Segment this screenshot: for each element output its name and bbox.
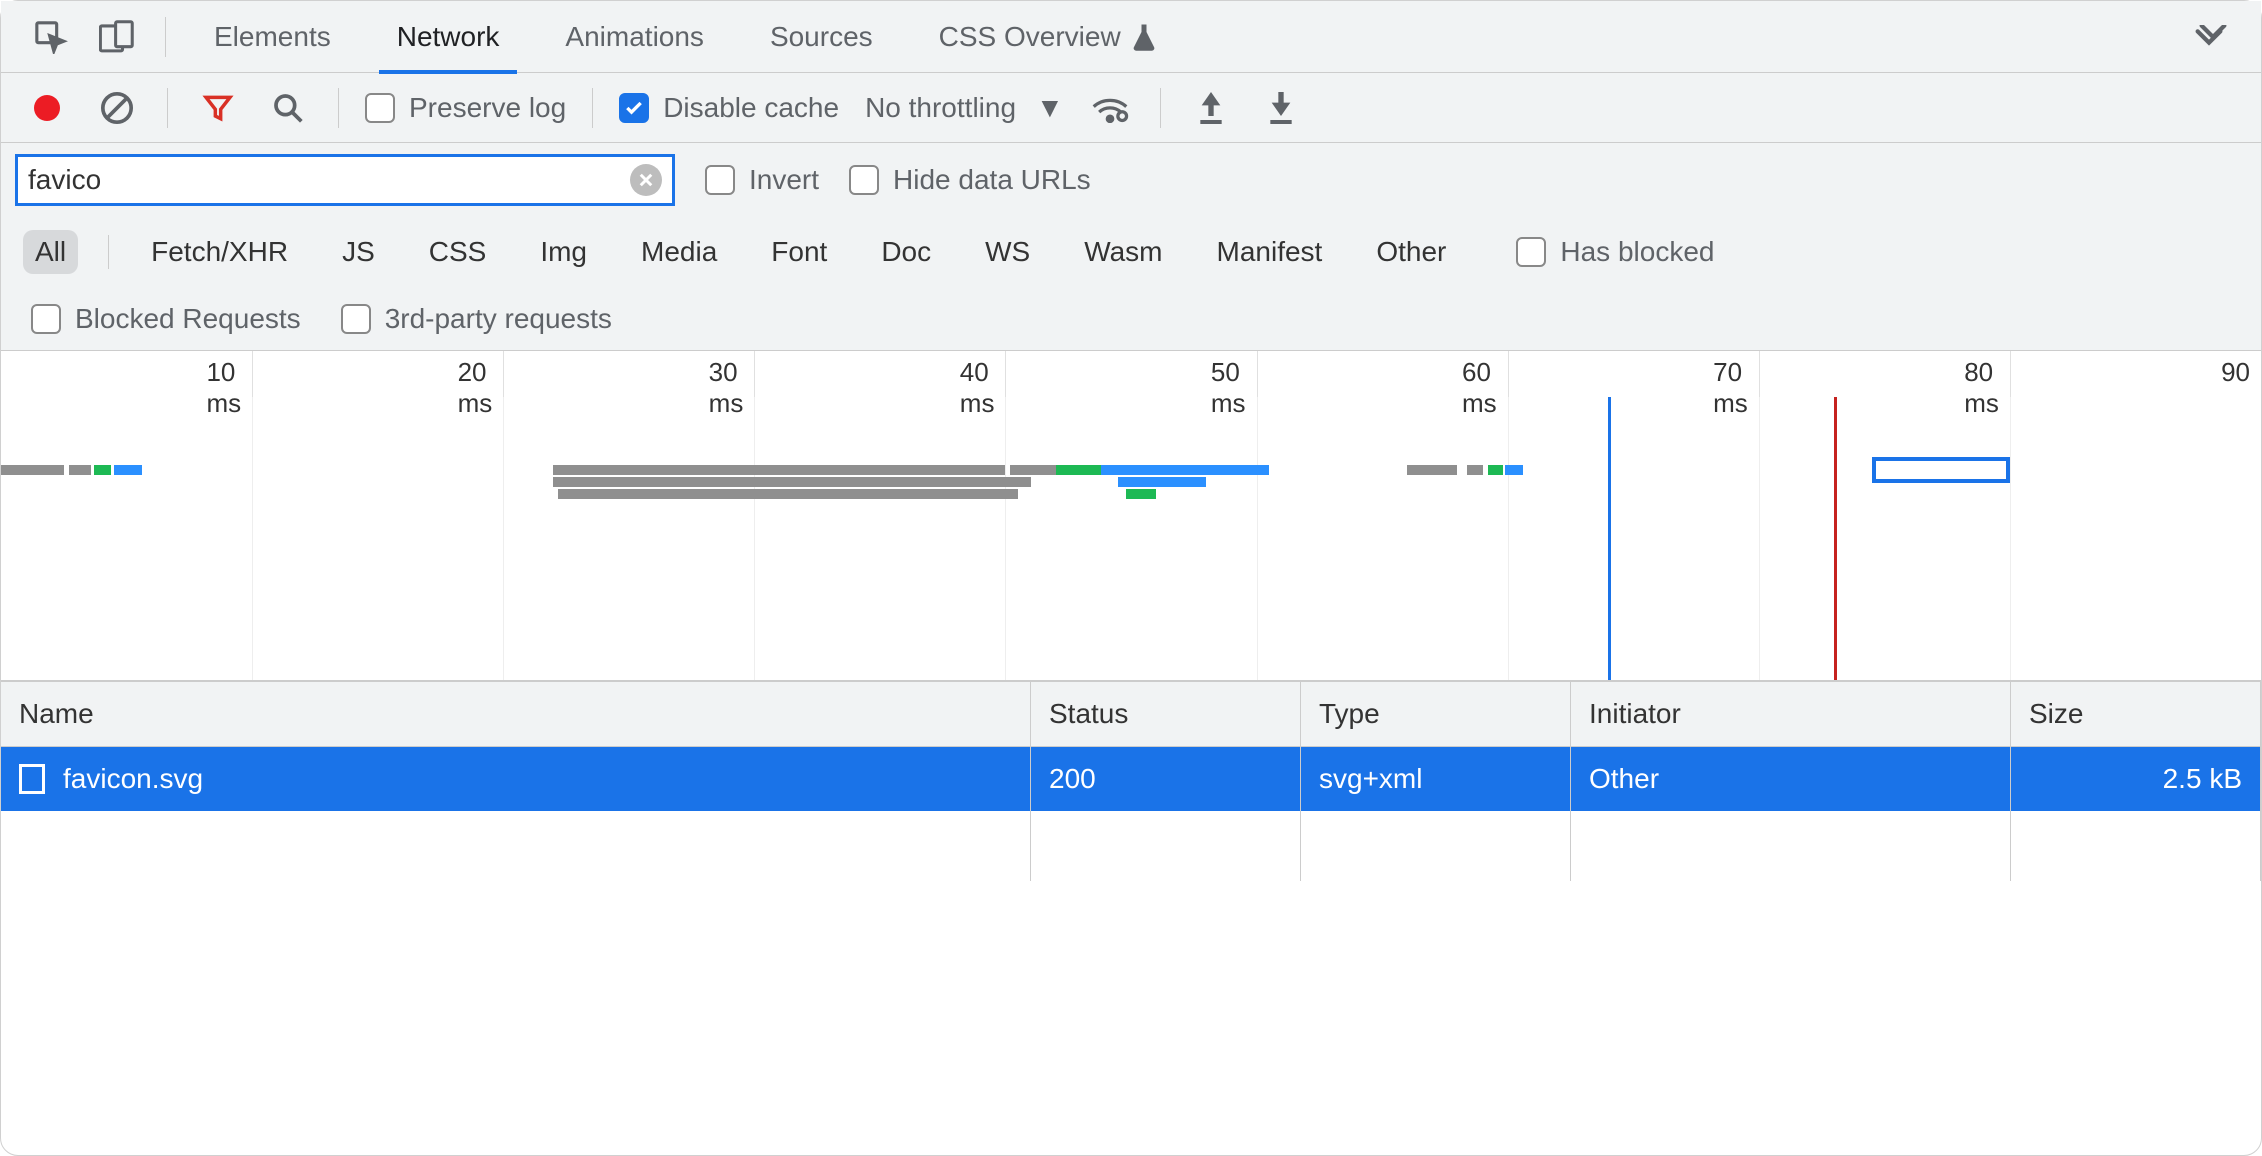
checkbox-icon [619, 93, 649, 123]
tab-animations[interactable]: Animations [535, 1, 734, 73]
cell-initiator[interactable]: Other [1571, 747, 2011, 811]
type-filter-other[interactable]: Other [1364, 230, 1458, 274]
tab-elements[interactable]: Elements [184, 1, 361, 73]
checkbox-label: Has blocked [1560, 236, 1714, 268]
type-filter-css[interactable]: CSS [417, 230, 499, 274]
checkbox-icon [705, 165, 735, 195]
col-name[interactable]: Name [1, 682, 1031, 747]
type-filter-img[interactable]: Img [528, 230, 599, 274]
checkbox-label: 3rd-party requests [385, 303, 612, 335]
empty-cell [1571, 811, 2011, 881]
chevron-down-icon: ▼ [1036, 92, 1064, 124]
tab-label: CSS Overview [939, 21, 1121, 53]
cell-name[interactable]: favicon.svg [1, 747, 1031, 811]
divider [338, 88, 339, 128]
tab-label: Elements [214, 21, 331, 53]
cell-size[interactable]: 2.5 kB [2011, 747, 2261, 811]
checkbox-icon [31, 304, 61, 334]
type-filter-fetch-xhr[interactable]: Fetch/XHR [139, 230, 300, 274]
col-initiator[interactable]: Initiator [1571, 682, 2011, 747]
invert-checkbox[interactable]: Invert [705, 164, 819, 196]
network-toolbar: Preserve log Disable cache No throttling… [1, 73, 2261, 143]
preserve-log-checkbox[interactable]: Preserve log [365, 92, 566, 124]
col-status[interactable]: Status [1031, 682, 1301, 747]
checkbox-label: Blocked Requests [75, 303, 301, 335]
type-filter-ws[interactable]: WS [973, 230, 1042, 274]
checkbox-label: Hide data URLs [893, 164, 1091, 196]
flask-icon [1131, 22, 1157, 52]
timeline-ticks: 10 ms20 ms30 ms40 ms50 ms60 ms70 ms80 ms… [1, 351, 2261, 397]
cell-type[interactable]: svg+xml [1301, 747, 1571, 811]
checkbox-icon [1516, 237, 1546, 267]
filter-row: Invert Hide data URLs [1, 143, 2261, 217]
divider [165, 17, 166, 57]
hide-data-urls-checkbox[interactable]: Hide data URLs [849, 164, 1091, 196]
export-har-button[interactable] [1257, 84, 1305, 132]
extra-filter-row: Blocked Requests 3rd-party requests [1, 287, 2261, 351]
checkbox-label: Invert [749, 164, 819, 196]
type-filter-row: All Fetch/XHR JS CSS Img Media Font Doc … [1, 217, 2261, 287]
checkbox-icon [365, 93, 395, 123]
has-blocked-checkbox[interactable]: Has blocked [1516, 236, 1714, 268]
throttling-value: No throttling [865, 92, 1016, 124]
divider [167, 88, 168, 128]
cell-name-text: favicon.svg [63, 763, 203, 795]
disable-cache-checkbox[interactable]: Disable cache [619, 92, 839, 124]
requests-table: Name Status Type Initiator Size favicon.… [1, 681, 2261, 881]
type-filter-wasm[interactable]: Wasm [1072, 230, 1174, 274]
filter-input-wrap [15, 154, 675, 206]
divider [108, 235, 109, 269]
checkbox-label: Disable cache [663, 92, 839, 124]
tab-label: Animations [565, 21, 704, 53]
third-party-requests-checkbox[interactable]: 3rd-party requests [341, 303, 612, 335]
checkbox-icon [341, 304, 371, 334]
tab-network[interactable]: Network [367, 1, 530, 73]
timeline-body [1, 397, 2261, 680]
col-type[interactable]: Type [1301, 682, 1571, 747]
network-conditions-icon[interactable] [1086, 84, 1134, 132]
type-filter-media[interactable]: Media [629, 230, 729, 274]
record-icon [34, 95, 60, 121]
timeline-overview[interactable]: 10 ms20 ms30 ms40 ms50 ms60 ms70 ms80 ms… [1, 351, 2261, 681]
tab-label: Sources [770, 21, 873, 53]
import-har-button[interactable] [1187, 84, 1235, 132]
file-icon [19, 764, 45, 794]
divider [1160, 88, 1161, 128]
checkbox-icon [849, 165, 879, 195]
type-filter-all[interactable]: All [23, 230, 78, 274]
clear-filter-button[interactable] [630, 164, 662, 196]
empty-cell [1, 811, 1031, 881]
tab-sources[interactable]: Sources [740, 1, 903, 73]
tab-label: Network [397, 21, 500, 53]
clear-button[interactable] [93, 84, 141, 132]
inspect-element-icon[interactable] [21, 7, 81, 67]
type-filter-font[interactable]: Font [759, 230, 839, 274]
device-toolbar-icon[interactable] [87, 7, 147, 67]
cell-status[interactable]: 200 [1031, 747, 1301, 811]
col-size[interactable]: Size [2011, 682, 2261, 747]
filter-input[interactable] [28, 164, 630, 196]
divider [592, 88, 593, 128]
tab-css-overview[interactable]: CSS Overview [909, 1, 1187, 73]
blocked-requests-checkbox[interactable]: Blocked Requests [31, 303, 301, 335]
empty-cell [2011, 811, 2261, 881]
record-button[interactable] [23, 84, 71, 132]
type-filter-manifest[interactable]: Manifest [1205, 230, 1335, 274]
checkbox-label: Preserve log [409, 92, 566, 124]
empty-cell [1301, 811, 1571, 881]
devtools-tabstrip: Elements Network Animations Sources CSS … [1, 1, 2261, 73]
empty-cell [1031, 811, 1301, 881]
throttling-select[interactable]: No throttling ▼ [865, 92, 1064, 124]
filter-toggle-button[interactable] [194, 84, 242, 132]
search-button[interactable] [264, 84, 312, 132]
type-filter-doc[interactable]: Doc [869, 230, 943, 274]
more-tabs-icon[interactable] [2181, 25, 2241, 49]
type-filter-js[interactable]: JS [330, 230, 387, 274]
